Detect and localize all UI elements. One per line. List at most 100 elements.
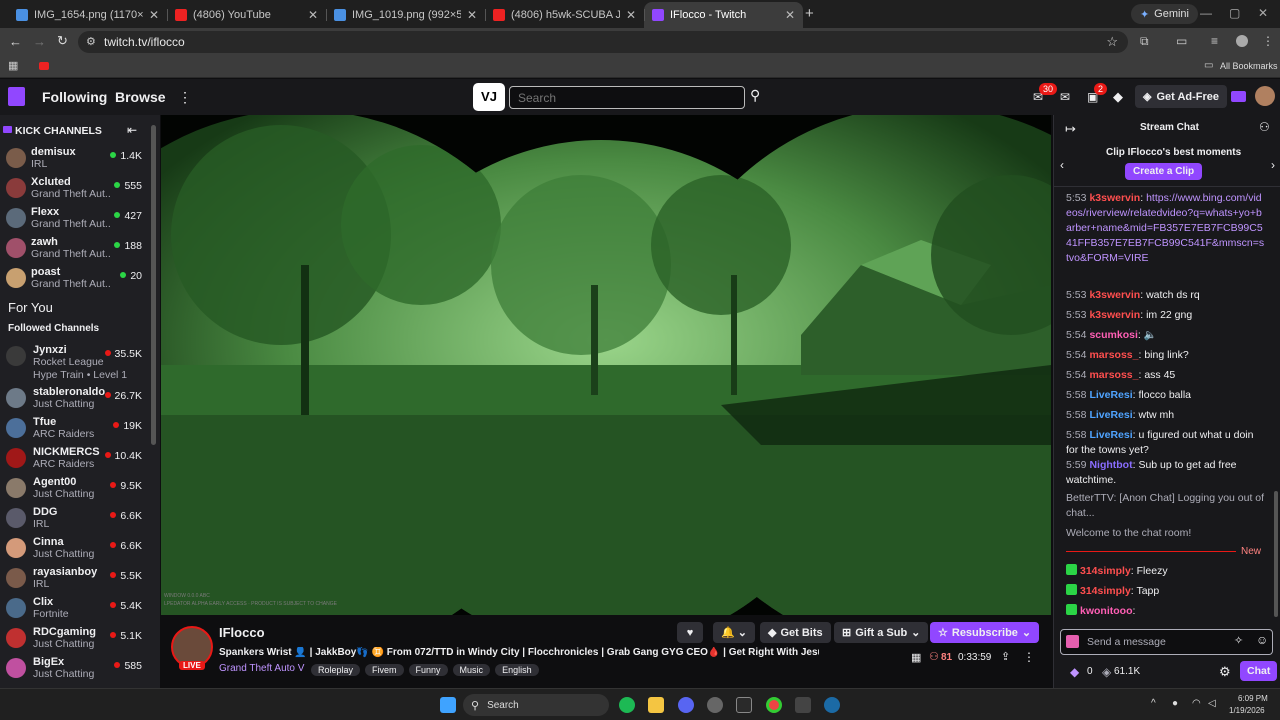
youtube-bookmark-icon[interactable]	[39, 62, 49, 70]
video-player[interactable]: WINDOW 0.0.0 ABC LPEDATOR ALPHA EARLY AC…	[161, 115, 1051, 615]
chat-username[interactable]: scumkosi	[1089, 329, 1137, 341]
sidebar-channel[interactable]: demisux IRL 1.4K	[0, 145, 150, 175]
all-bookmarks[interactable]: All Bookmarks	[1220, 61, 1278, 71]
resubscribe-button[interactable]: ☆ Resubscribe ⌄	[930, 622, 1040, 643]
sidebar-scrollbar[interactable]	[151, 125, 156, 445]
stream-tag[interactable]: Roleplay	[311, 664, 361, 676]
reload-icon[interactable]: ↻	[57, 33, 68, 49]
chat-badge-icon[interactable]	[1066, 635, 1079, 648]
sidebar-channel[interactable]: RDCgaming Just Chatting 5.1K	[0, 625, 150, 655]
user-avatar[interactable]	[1255, 86, 1275, 106]
whispers-icon[interactable]: ✉	[1060, 90, 1070, 104]
emote-icon[interactable]: ☺	[1256, 633, 1268, 647]
browser-tab[interactable]: IMG_1654.png (1170×581) ✕	[8, 2, 167, 28]
chat-username[interactable]: LiveResi	[1089, 409, 1132, 421]
stream-tag[interactable]: English	[495, 664, 539, 676]
channel-points[interactable]: 61.1K	[1114, 666, 1140, 677]
extensions-chat-icon[interactable]: ✧	[1234, 634, 1243, 647]
epic-games-icon[interactable]	[736, 697, 752, 713]
reading-icon[interactable]: ▭	[1176, 34, 1187, 48]
app-arrow-icon[interactable]	[795, 697, 811, 713]
more-options-icon[interactable]: ⋮	[1023, 650, 1035, 664]
sidebar-channel[interactable]: Tfue ARC Raiders 19K	[0, 415, 150, 445]
sidebar-channel[interactable]: Agent00 Just Chatting 9.5K	[0, 475, 150, 505]
community-icon[interactable]: ⚇	[1259, 120, 1270, 134]
collapse-chat-icon[interactable]: ↦	[1065, 121, 1076, 137]
sidebar-channel[interactable]: rayasianboy IRL 5.5K	[0, 565, 150, 595]
channel-name[interactable]: IFlocco	[219, 625, 265, 640]
spotify-icon[interactable]	[619, 697, 635, 713]
sidebar-channel[interactable]: poast Grand Theft Aut... 20	[0, 265, 150, 295]
chat-scrollbar[interactable]	[1274, 491, 1278, 617]
sidebar-channel[interactable]: DDG IRL 6.6K	[0, 505, 150, 535]
sidebar-channel[interactable]: BigEx Just Chatting 585	[0, 655, 150, 685]
chat-input[interactable]: Send a message ✧ ☺	[1060, 629, 1273, 655]
chrome-icon[interactable]	[766, 697, 782, 713]
chat-username[interactable]: marsoss_	[1089, 349, 1138, 361]
chat-send-button[interactable]: Chat	[1240, 661, 1278, 681]
browser-tab[interactable]: IFlocco - Twitch ✕	[644, 2, 803, 28]
sidebar-channel[interactable]: Jynxzi Rocket League 35.5K Hype Train • Lev…	[0, 343, 150, 381]
clip-next-icon[interactable]: ›	[1271, 158, 1275, 172]
back-icon[interactable]: ←	[9, 34, 22, 49]
bits-icon[interactable]: ◆	[1070, 665, 1079, 679]
sidebar-channel[interactable]: Cinna Just Chatting 6.6K	[0, 535, 150, 565]
chat-username[interactable]: LiveResi	[1089, 389, 1132, 401]
windows-start-icon[interactable]	[440, 697, 456, 713]
theatre-icon[interactable]: ▦	[911, 651, 921, 664]
url-input[interactable]: ⚙ twitch.tv/iflocco ☆	[78, 31, 1128, 53]
chat-username[interactable]: kwonitooo	[1080, 605, 1133, 617]
tray-chevron-icon[interactable]: ^	[1151, 698, 1156, 709]
get-bits-button[interactable]: ◆ Get Bits	[760, 622, 831, 643]
close-tab-icon[interactable]: ✕	[467, 8, 477, 22]
stream-tag[interactable]: Fivem	[365, 664, 404, 676]
minimize-icon[interactable]: —	[1200, 6, 1212, 20]
close-tab-icon[interactable]: ✕	[785, 8, 795, 22]
maximize-icon[interactable]: ▢	[1229, 6, 1240, 20]
twitch-logo-icon[interactable]	[8, 87, 25, 106]
steam-icon[interactable]	[824, 697, 840, 713]
share-icon[interactable]: ⇪	[1001, 650, 1010, 663]
notifications-button[interactable]: 🔔 ⌄	[713, 622, 755, 643]
browser-tab[interactable]: (4806) YouTube ✕	[167, 2, 326, 28]
sidebar-channel[interactable]: Xcluted Grand Theft Aut... 555	[0, 175, 150, 205]
clock-time[interactable]: 6:09 PM	[1238, 694, 1268, 703]
sidebar-channel[interactable]: NICKMERCS ARC Raiders 10.4K	[0, 445, 150, 475]
wifi-icon[interactable]: ◠	[1192, 698, 1201, 709]
taskbar-search[interactable]: ⚲ Search	[463, 694, 609, 716]
discord-icon[interactable]	[678, 697, 694, 713]
forward-icon[interactable]: →	[33, 34, 46, 49]
channel-points-icon[interactable]: ◈	[1102, 665, 1111, 679]
close-tab-icon[interactable]: ✕	[626, 8, 636, 22]
search-input[interactable]	[509, 86, 745, 109]
media-icon[interactable]: ≡	[1211, 34, 1218, 48]
browser-tab[interactable]: (4806) h5wk-SCUBA JUKE(IT ST ✕	[485, 2, 644, 28]
gemini-button[interactable]: ✦ Gemini	[1130, 4, 1198, 24]
stream-tag[interactable]: Funny	[408, 664, 448, 676]
volume-icon[interactable]: ◁	[1208, 698, 1216, 709]
chat-username[interactable]: k3swervin	[1089, 309, 1140, 321]
close-tab-icon[interactable]: ✕	[149, 8, 159, 22]
chat-settings-icon[interactable]: ⚙	[1219, 664, 1231, 680]
chat-username[interactable]: Nightbot	[1089, 459, 1132, 471]
stream-tag[interactable]: Music	[452, 664, 491, 676]
follow-heart-button[interactable]: ♥	[677, 622, 703, 643]
search-icon[interactable]: ⚲	[750, 87, 760, 104]
bits-icon[interactable]: ◆	[1113, 89, 1123, 105]
sidebar-channel[interactable]: zawh Grand Theft Aut... 188	[0, 235, 150, 265]
bookmark-star-icon[interactable]: ☆	[1106, 34, 1118, 50]
close-tab-icon[interactable]: ✕	[308, 8, 318, 22]
extensions-icon[interactable]: ⧉	[1140, 34, 1149, 49]
clock-date[interactable]: 1/19/2026	[1229, 706, 1265, 715]
extension-logo-icon[interactable]: VJ	[473, 83, 505, 111]
chat-username[interactable]: marsoss_	[1089, 369, 1138, 381]
following-link[interactable]: Following	[42, 89, 107, 105]
file-explorer-icon[interactable]	[648, 697, 664, 713]
close-window-icon[interactable]: ✕	[1258, 6, 1268, 20]
sidebar-channel[interactable]: Flexx Grand Theft Aut... 427	[0, 205, 150, 235]
profile-icon[interactable]	[1236, 35, 1248, 47]
gift-sub-button[interactable]: ⊞ Gift a Sub ⌄	[834, 622, 929, 643]
chat-username[interactable]: k3swervin	[1089, 192, 1140, 204]
more-menu-icon[interactable]: ⋮	[178, 89, 192, 106]
sidebar-channel[interactable]: Clix Fortnite 5.4K	[0, 595, 150, 625]
